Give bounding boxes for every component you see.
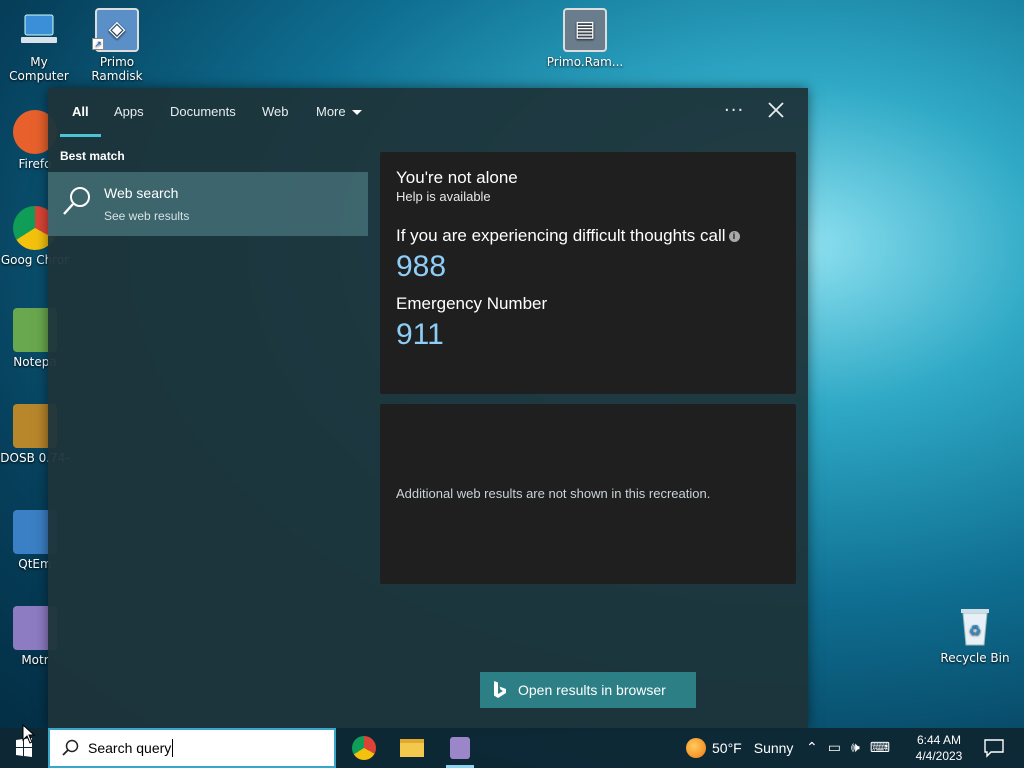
bing-icon bbox=[494, 681, 506, 698]
tab-apps[interactable]: Apps bbox=[114, 104, 144, 119]
taskbar-file-explorer[interactable] bbox=[392, 732, 432, 764]
search-icon bbox=[62, 739, 79, 756]
weather-temp: 50°F bbox=[712, 740, 742, 756]
desktop-icon-my-computer[interactable]: My Computer bbox=[0, 8, 78, 83]
keyboard-icon[interactable]: ⌨ bbox=[870, 740, 890, 756]
volume-icon[interactable]: 🕪 bbox=[851, 740, 860, 756]
chevron-up-icon[interactable]: ⌃ bbox=[806, 740, 818, 756]
clock-time: 6:44 AM bbox=[916, 733, 962, 747]
tab-more-label: More bbox=[316, 104, 346, 119]
best-match-item[interactable]: Web search See web results bbox=[48, 172, 368, 236]
recycle-bin-icon: ♻ bbox=[953, 604, 997, 648]
network-icon[interactable]: ▭ bbox=[828, 740, 841, 756]
hotline-number[interactable]: 988 bbox=[396, 250, 780, 284]
taskbar: Search query 50°F Sunny ⌃ ▭ 🕪 ⌨ 6:44 AM … bbox=[0, 728, 1024, 768]
desktop-icon-primo-ram[interactable]: ▤ Primo.Ram... bbox=[546, 8, 624, 69]
notifications-button[interactable] bbox=[982, 736, 1006, 760]
active-tab-indicator bbox=[60, 134, 101, 137]
tab-documents[interactable]: Documents bbox=[170, 104, 236, 119]
search-tabs: All Apps Documents Web More ··· bbox=[48, 88, 808, 140]
desktop-icon-primo-ramdisk[interactable]: ◈ ↗ Primo Ramdisk bbox=[78, 8, 156, 83]
folder-icon bbox=[400, 739, 424, 757]
help-call-line: If you are experiencing difficult though… bbox=[396, 226, 780, 246]
open-results-in-browser-button[interactable]: Open results in browser bbox=[480, 672, 696, 708]
desktop-icon-recycle-bin[interactable]: ♻ Recycle Bin bbox=[936, 604, 1014, 665]
tab-web[interactable]: Web bbox=[262, 104, 289, 119]
best-match-title: Web search bbox=[104, 185, 179, 201]
help-card: You're not alone Help is available If yo… bbox=[380, 152, 796, 394]
taskbar-search-box[interactable]: Search query bbox=[48, 728, 336, 768]
desktop-icon-label: Recycle Bin bbox=[940, 651, 1010, 665]
tab-more[interactable]: More bbox=[316, 104, 362, 119]
emergency-label: Emergency Number bbox=[396, 294, 548, 313]
notification-icon bbox=[984, 739, 1004, 758]
taskbar-notes-app[interactable] bbox=[440, 732, 480, 768]
best-match-heading: Best match bbox=[60, 149, 125, 163]
weather-widget[interactable]: 50°F Sunny bbox=[686, 728, 793, 768]
desktop-icon-label: Primo Ramdisk bbox=[91, 55, 143, 83]
best-match-subtitle: See web results bbox=[104, 209, 190, 223]
open-results-label: Open results in browser bbox=[518, 682, 666, 698]
notes-app-icon bbox=[450, 737, 470, 759]
clock-date: 4/4/2023 bbox=[915, 749, 963, 763]
desktop-icon-label: My Computer bbox=[9, 55, 69, 83]
clock[interactable]: 6:44 AM 4/4/2023 bbox=[906, 732, 972, 764]
help-title: You're not alone bbox=[396, 168, 518, 187]
system-tray: ⌃ ▭ 🕪 ⌨ bbox=[806, 728, 890, 768]
desktop-icon-label: Primo.Ram... bbox=[546, 55, 624, 69]
svg-text:♻: ♻ bbox=[969, 623, 982, 639]
mouse-cursor-icon bbox=[22, 724, 36, 744]
web-results-note: Additional web results are not shown in … bbox=[396, 486, 711, 501]
sun-icon bbox=[686, 738, 706, 758]
more-options-icon[interactable]: ··· bbox=[724, 100, 744, 121]
search-input[interactable]: Search query bbox=[88, 740, 171, 756]
ramdisk-icon: ▤ bbox=[563, 8, 607, 52]
info-icon[interactable]: i bbox=[728, 231, 740, 243]
tab-all[interactable]: All bbox=[72, 104, 89, 119]
close-icon[interactable] bbox=[764, 98, 788, 122]
weather-desc: Sunny bbox=[753, 740, 794, 756]
help-subtitle: Help is available bbox=[396, 189, 491, 204]
computer-icon bbox=[17, 8, 61, 52]
web-results-placeholder: Additional web results are not shown in … bbox=[380, 404, 796, 584]
search-panel: All Apps Documents Web More ··· Best mat… bbox=[48, 88, 808, 728]
search-icon bbox=[63, 187, 90, 215]
preview-pane: You're not alone Help is available If yo… bbox=[380, 152, 796, 594]
text-caret bbox=[172, 739, 174, 757]
chevron-down-icon bbox=[351, 110, 362, 116]
emergency-number[interactable]: 911 bbox=[396, 318, 780, 352]
help-call-text: If you are experiencing difficult though… bbox=[396, 226, 726, 245]
taskbar-chrome[interactable] bbox=[344, 732, 384, 764]
shortcut-arrow-icon: ↗ bbox=[92, 38, 104, 50]
chrome-icon bbox=[352, 736, 376, 760]
